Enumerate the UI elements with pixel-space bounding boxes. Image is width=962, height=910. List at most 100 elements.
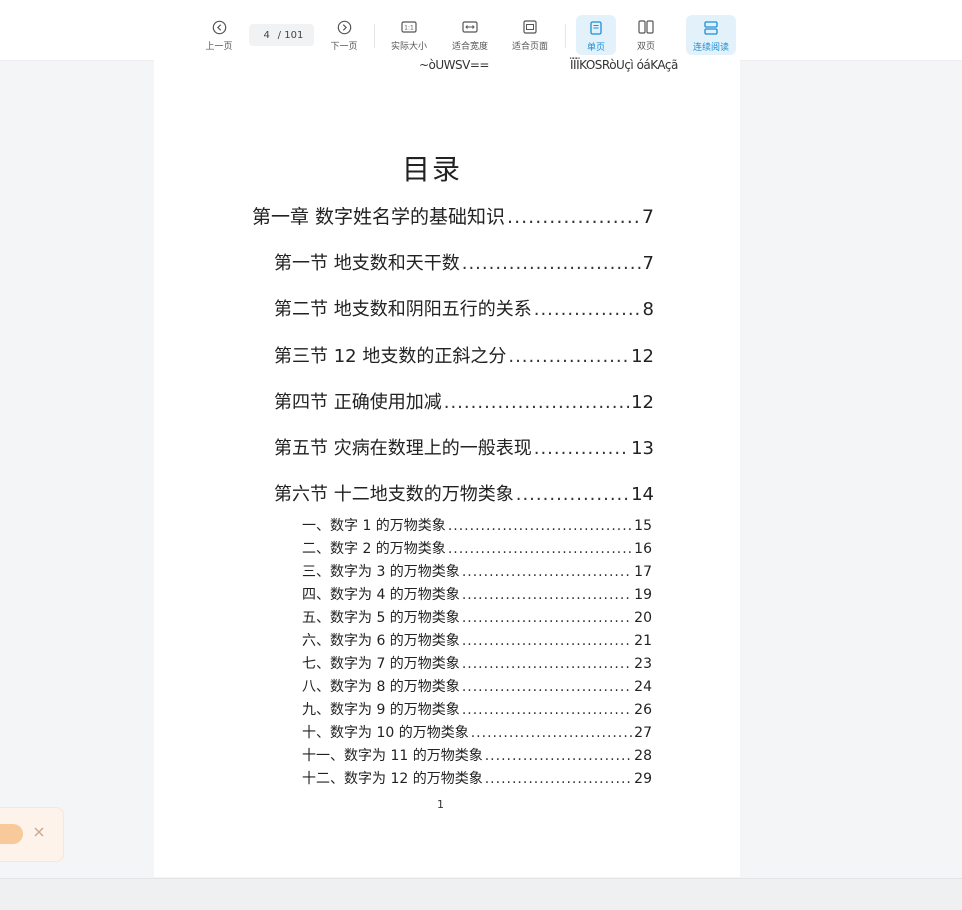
toc-entry-title: 四、数字为 4 的万物类象	[302, 587, 460, 603]
toc-entry-title: 三、数字为 3 的万物类象	[302, 564, 460, 580]
fit-page-icon	[523, 18, 537, 36]
toc-entry-title: 第五节 灾病在数理上的一般表现	[274, 438, 532, 459]
toc-entry-page: 26	[634, 702, 652, 718]
toc-entry-page: 7	[641, 206, 654, 228]
toc-item-entry[interactable]: 八、数字为 8 的万物类象 24	[302, 676, 652, 696]
toolbar-divider	[374, 24, 375, 48]
actual-size-label: 实际大小	[390, 42, 427, 52]
toc-entry-title: 第四节 正确使用加减	[274, 392, 442, 413]
toc-entry-title: 第六节 十二地支数的万物类象	[274, 484, 514, 505]
toc-item-entry[interactable]: 四、数字为 4 的万物类象 19	[302, 584, 652, 604]
toc-item-entry[interactable]: 二、数字 2 的万物类象 16	[302, 538, 652, 558]
toc-item-entry[interactable]: 三、数字为 3 的万物类象 17	[302, 561, 652, 581]
fit-width-button[interactable]: 适合宽度	[448, 14, 492, 54]
toc-leader-dots	[462, 633, 632, 649]
toc-item-entry[interactable]: 十一、数字为 11 的万物类象 28	[302, 745, 652, 765]
arrow-left-circle-icon	[212, 18, 227, 36]
notification-toast	[0, 807, 64, 862]
toc-leader-dots	[462, 679, 632, 695]
actual-size-icon: 1:1	[401, 18, 417, 36]
toc-entry-page: 12	[631, 392, 654, 413]
reader-toolbar: 上一页 / 101 下一页 1:1 实际大小 适合宽度 适合页面 单页	[0, 0, 962, 61]
fit-page-label: 适合页面	[511, 42, 548, 52]
close-icon[interactable]	[34, 825, 44, 841]
toc-item-entry[interactable]: 五、数字为 5 的万物类象 20	[302, 607, 652, 627]
toc-title: 目录	[402, 153, 463, 186]
toc-entry-page: 20	[634, 610, 652, 626]
toc-section-entry[interactable]: 第四节 正确使用加减 12	[274, 388, 654, 414]
double-page-button[interactable]: 双页	[628, 14, 664, 54]
page-number-input[interactable]	[259, 29, 274, 41]
toc-entry-page: 28	[634, 748, 652, 764]
toc-entry-page: 27	[634, 725, 652, 741]
actual-size-button[interactable]: 1:1 实际大小	[387, 14, 431, 54]
next-page-label: 下一页	[330, 42, 358, 52]
toc-entry-page: 29	[634, 771, 652, 787]
toc-entry-title: 第一节 地支数和天干数	[274, 253, 460, 274]
continuous-reading-icon	[704, 19, 718, 37]
toc-entry-page: 24	[634, 679, 652, 695]
toc-leader-dots	[448, 518, 632, 534]
toc-leader-dots	[534, 438, 629, 459]
toc-item-entry[interactable]: 九、数字为 9 的万物类象 26	[302, 699, 652, 719]
toc-leader-dots	[462, 564, 632, 580]
toc-entry-page: 16	[634, 541, 652, 557]
toc-entry-page: 12	[631, 346, 654, 367]
toc-item-entry[interactable]: 一、数字 1 的万物类象 15	[302, 515, 652, 535]
toc-leader-dots	[485, 748, 632, 764]
fit-width-icon	[462, 18, 478, 36]
toc-leader-dots	[462, 702, 632, 718]
toc-entry-page: 19	[634, 587, 652, 603]
toc-leader-dots	[471, 725, 632, 741]
toc-entry-title: 第二节 地支数和阴阳五行的关系	[274, 299, 532, 320]
toc-leader-dots	[444, 392, 629, 413]
toc-section-entry[interactable]: 第三节 12 地支数的正斜之分 12	[274, 342, 654, 368]
toc-entry-title: 七、数字为 7 的万物类象	[302, 656, 460, 672]
document-page: ~òUWSV== ÏÏÏKOSRòUçì óáKAçã 目录 第一章 数字姓名学…	[154, 58, 740, 877]
toc-leader-dots	[462, 253, 641, 274]
toc-entry-page: 15	[634, 518, 652, 534]
toc-entry-page: 7	[642, 253, 654, 274]
toc-item-entry[interactable]: 六、数字为 6 的万物类象 21	[302, 630, 652, 650]
toc-section-entry[interactable]: 第一节 地支数和天干数 7	[274, 249, 654, 275]
toc-entry-title: 二、数字 2 的万物类象	[302, 541, 446, 557]
toc-section-entry[interactable]: 第六节 十二地支数的万物类象 14	[274, 480, 654, 506]
toc-chapter-entry[interactable]: 第一章 数字姓名学的基础知识 7	[252, 202, 654, 229]
toc-entry-title: 十、数字为 10 的万物类象	[302, 725, 469, 741]
toc-item-entry[interactable]: 十、数字为 10 的万物类象 27	[302, 722, 652, 742]
toc-leader-dots	[508, 346, 629, 367]
toc-leader-dots	[462, 587, 632, 603]
toc-entry-title: 八、数字为 8 的万物类象	[302, 679, 460, 695]
fit-page-button[interactable]: 适合页面	[508, 14, 552, 54]
single-page-label: 单页	[586, 43, 605, 53]
single-page-icon	[590, 19, 602, 37]
page-header-right: ÏÏÏKOSRòUçì óáKAçã	[570, 58, 678, 72]
next-page-button[interactable]: 下一页	[327, 14, 361, 54]
arrow-right-circle-icon	[337, 18, 352, 36]
toc-item-entry[interactable]: 七、数字为 7 的万物类象 23	[302, 653, 652, 673]
page-header-left: ~òUWSV==	[419, 58, 489, 72]
toc-item-entry[interactable]: 十二、数字为 12 的万物类象 29	[302, 768, 652, 788]
toolbar-divider	[565, 24, 566, 48]
toc-entry-title: 第一章 数字姓名学的基础知识	[252, 206, 506, 228]
prev-page-label: 上一页	[205, 42, 233, 52]
fit-width-label: 适合宽度	[451, 42, 488, 52]
toc-leader-dots	[507, 206, 640, 228]
double-page-icon	[638, 18, 654, 36]
toc-entry-page: 17	[634, 564, 652, 580]
continuous-reading-button[interactable]: 连续阅读	[686, 15, 736, 55]
toc-leader-dots	[448, 541, 632, 557]
svg-text:1:1: 1:1	[404, 25, 414, 32]
continuous-reading-label: 连续阅读	[692, 43, 729, 53]
toc-entry-title: 九、数字为 9 的万物类象	[302, 702, 460, 718]
toc-leader-dots	[462, 656, 632, 672]
prev-page-button[interactable]: 上一页	[202, 14, 236, 54]
single-page-button[interactable]: 单页	[576, 15, 616, 55]
toc-section-entry[interactable]: 第五节 灾病在数理上的一般表现 13	[274, 434, 654, 460]
toc-entry-page: 13	[631, 438, 654, 459]
toc-entry-title: 六、数字为 6 的万物类象	[302, 633, 460, 649]
toast-action-button[interactable]	[0, 824, 23, 844]
page-indicator: / 101	[249, 24, 314, 46]
toc-section-entry[interactable]: 第二节 地支数和阴阳五行的关系 8	[274, 295, 654, 321]
toc-leader-dots	[534, 299, 641, 320]
